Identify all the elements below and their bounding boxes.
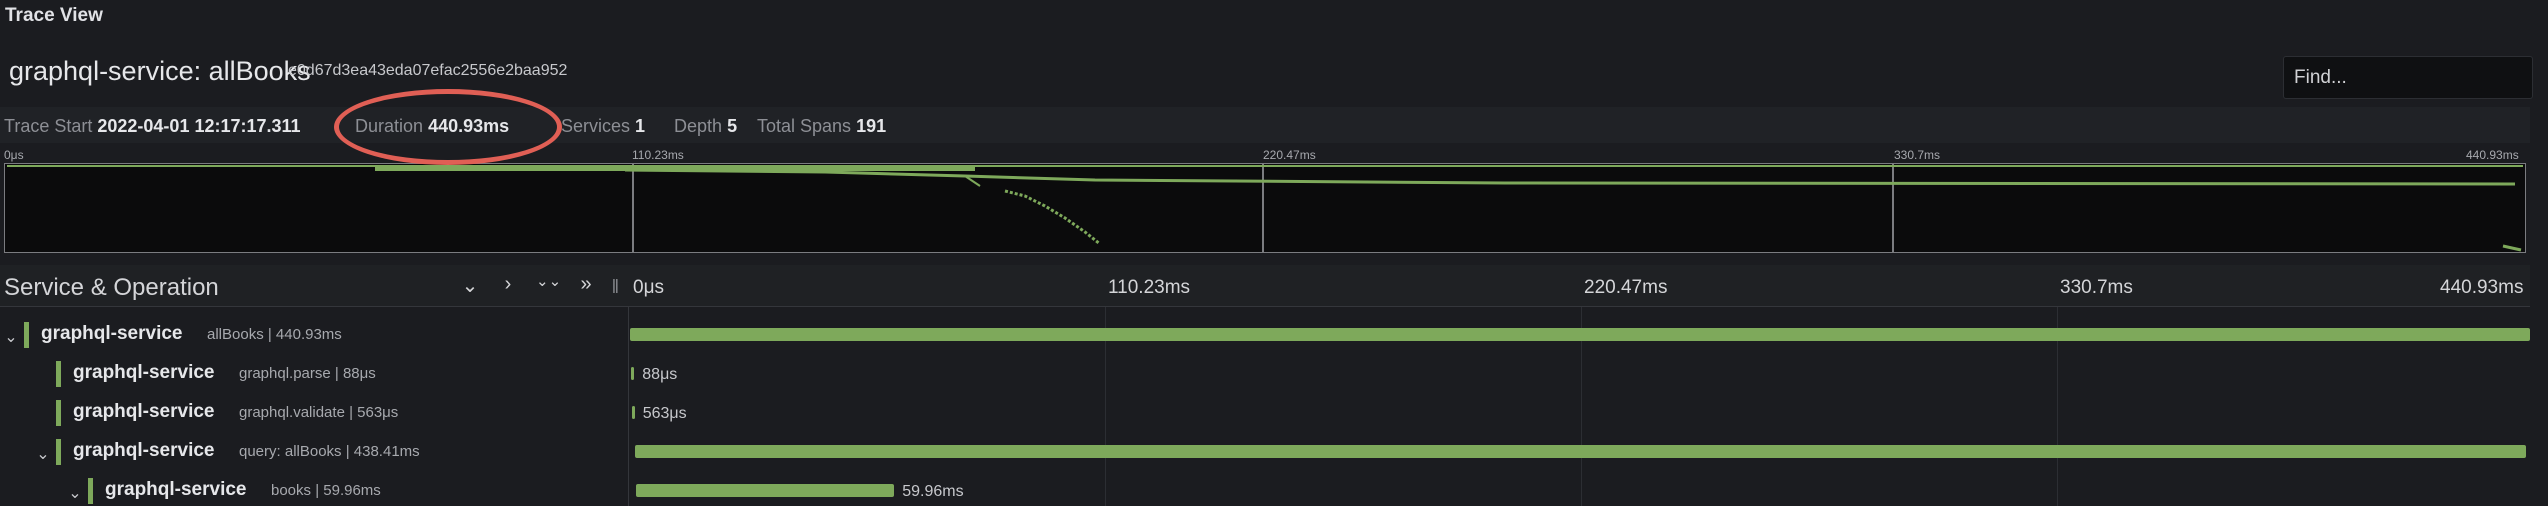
- span-bar[interactable]: [630, 328, 2530, 341]
- span-operation-name: allBooks | 440.93ms: [207, 326, 342, 343]
- services: Services 1: [561, 116, 645, 137]
- duration-value: 440.93ms: [428, 116, 510, 136]
- span-duration-label: 563μs: [642, 405, 687, 422]
- span-operation-name: graphql.validate | 563μs: [239, 404, 399, 421]
- span-bar[interactable]: [634, 445, 2526, 458]
- span-row[interactable]: graphql-service graphql.parse | 88μs 88μs: [0, 357, 2548, 395]
- span-duration-label: 88μs: [642, 366, 678, 383]
- timeline-tick: 330.7ms: [2060, 277, 2133, 298]
- timeline-tick: 220.47ms: [1584, 277, 1668, 298]
- span-service-name: graphql-service: [73, 401, 215, 422]
- span-name-cell[interactable]: graphql-service graphql.validate | 563μs: [0, 396, 628, 434]
- span-row[interactable]: graphql-service graphql.validate | 563μs 5…: [0, 396, 2548, 434]
- span-duration-label: 59.96ms: [902, 483, 964, 500]
- services-value: 1: [635, 116, 646, 136]
- span-service-name: graphql-service: [73, 440, 215, 461]
- span-name-cell[interactable]: ⌄ graphql-service query: allBooks | 438.41…: [0, 435, 628, 473]
- trace-start-value: 2022-04-01 12:17:17.311: [97, 116, 301, 136]
- timeline-header: Service & Operation ⌄ › ⌄⌄ » || 0μs 110.…: [0, 265, 2530, 307]
- duration-label: Duration: [355, 116, 424, 136]
- span-operation-name: graphql.parse | 88μs: [239, 365, 376, 382]
- minimap-tick: 110.23ms: [632, 148, 684, 162]
- trace-id: e0d67d3ea43eda07efac2556e2baa952: [288, 62, 568, 79]
- timeline-tick: 110.23ms: [1108, 277, 1191, 298]
- service-color-marker: [56, 400, 61, 426]
- total-spans-label: Total Spans: [757, 116, 852, 136]
- trace-start: Trace Start 2022-04-01 12:17:17.311: [4, 116, 301, 137]
- timeline-tick: 440.93ms: [2440, 277, 2524, 298]
- total-spans: Total Spans 191: [757, 116, 886, 137]
- total-spans-value: 191: [856, 116, 887, 136]
- chevron-down-icon[interactable]: ⌄: [68, 483, 82, 503]
- minimap-tick: 330.7ms: [1894, 148, 1941, 162]
- minimap-span: [1004, 189, 1101, 246]
- trace-start-label: Trace Start: [4, 116, 93, 136]
- service-color-marker: [88, 478, 93, 504]
- service-color-marker: [56, 361, 61, 387]
- chevron-down-icon[interactable]: ⌄: [36, 444, 50, 464]
- span-service-name: graphql-service: [105, 479, 247, 500]
- span-row[interactable]: ⌄ graphql-service allBooks | 440.93ms: [0, 318, 2548, 356]
- timeline-tick: 0μs: [633, 277, 665, 298]
- span-name-cell[interactable]: graphql-service graphql.parse | 88μs: [0, 357, 628, 395]
- span-service-name: graphql-service: [73, 362, 215, 383]
- minimap-tick: 440.93ms: [2466, 148, 2519, 162]
- expand-one-icon[interactable]: ›: [497, 273, 519, 296]
- depth-value: 5: [727, 116, 738, 136]
- panel-title: Trace View: [5, 5, 103, 26]
- depth-label: Depth: [674, 116, 723, 136]
- service-color-marker: [24, 322, 29, 348]
- span-row[interactable]: ⌄ graphql-service query: allBooks | 438.41…: [0, 435, 2548, 473]
- find-input[interactable]: [2283, 56, 2533, 99]
- minimap-span: [2502, 244, 2522, 252]
- minimap-tick: 220.47ms: [1263, 148, 1316, 162]
- span-row[interactable]: ⌄ graphql-service books | 59.96ms 59.96ms: [0, 474, 2548, 506]
- collapse-all-icon[interactable]: ⌄⌄: [536, 274, 561, 289]
- minimap-ticks: 0μs 110.23ms 220.47ms 330.7ms 440.93ms: [0, 146, 2530, 163]
- chevron-down-icon[interactable]: ⌄: [4, 327, 18, 347]
- depth: Depth 5: [674, 116, 737, 137]
- span-name-cell[interactable]: ⌄ graphql-service allBooks | 440.93ms: [0, 318, 628, 356]
- services-label: Services: [561, 116, 631, 136]
- collapse-one-icon[interactable]: ⌄: [459, 273, 481, 298]
- service-color-marker: [56, 439, 61, 465]
- trace-name: graphql-service: allBooks: [9, 56, 311, 86]
- trace-meta-bar: Trace Start 2022-04-01 12:17:17.311 Dura…: [0, 107, 2530, 143]
- trace-minimap[interactable]: [4, 163, 2526, 253]
- minimap-graph: [7, 164, 2523, 252]
- minimap-tick: 0μs: [4, 148, 24, 162]
- span-name-cell[interactable]: ⌄ graphql-service books | 59.96ms: [0, 474, 628, 506]
- span-bar[interactable]: [631, 406, 635, 419]
- service-operation-title: Service & Operation: [4, 274, 219, 301]
- span-bar[interactable]: [631, 367, 635, 380]
- span-operation-name: query: allBooks | 438.41ms: [239, 443, 420, 460]
- expand-all-icon[interactable]: »: [575, 273, 597, 296]
- minimap-span: [624, 168, 2516, 186]
- span-operation-name: books | 59.96ms: [271, 482, 381, 499]
- span-bar[interactable]: [635, 484, 895, 497]
- span-service-name: graphql-service: [41, 323, 183, 344]
- duration: Duration 440.93ms: [355, 116, 509, 137]
- column-resizer-handle[interactable]: ||: [612, 277, 619, 294]
